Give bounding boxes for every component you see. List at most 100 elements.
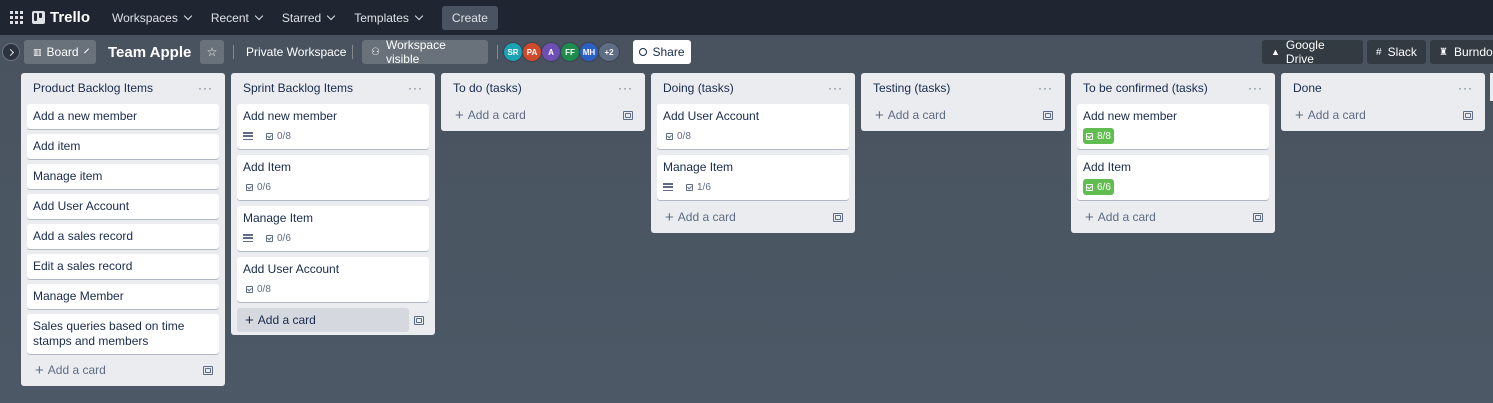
list-title[interactable]: To do (tasks): [453, 81, 522, 95]
card[interactable]: Edit a sales record: [27, 254, 219, 279]
card-title: Manage Member: [33, 289, 124, 303]
card[interactable]: Sales queries based on time stamps and m…: [27, 314, 219, 354]
chevron-down-icon: [254, 11, 264, 21]
card[interactable]: Add item: [27, 134, 219, 159]
google-drive-label: Google Drive: [1285, 38, 1325, 66]
add-card-label: Add a card: [677, 210, 736, 224]
google-drive-button[interactable]: ▲ Google Drive: [1262, 38, 1363, 66]
visibility-button[interactable]: ⚇ Workspace visible: [362, 38, 488, 66]
people-icon: ⚇: [371, 46, 380, 58]
card[interactable]: Add new member 8/8: [1077, 104, 1269, 149]
star-icon: ☆: [206, 45, 218, 59]
list-title[interactable]: Done: [1293, 81, 1322, 95]
plus-icon: +: [1295, 106, 1304, 124]
checklist-count: 8/8: [1097, 130, 1111, 142]
card-template-icon[interactable]: [203, 365, 213, 375]
starred-menu[interactable]: Starred: [274, 5, 342, 31]
avatar[interactable]: FF: [560, 42, 580, 62]
card[interactable]: Add Item 0/6: [237, 155, 429, 200]
card-title: Add a new member: [33, 109, 138, 123]
avatar[interactable]: PA: [522, 42, 542, 62]
description-icon: [243, 132, 253, 140]
list-menu-icon[interactable]: ···: [1038, 81, 1053, 95]
create-button[interactable]: Create: [441, 5, 498, 30]
list-menu-icon[interactable]: ···: [618, 81, 633, 95]
list-testing: Testing (tasks) ··· + Add a card: [861, 73, 1065, 131]
checklist-count: 1/6: [697, 181, 711, 193]
burndown-icon: ♜: [1439, 46, 1448, 58]
app-switcher-icon[interactable]: [10, 10, 24, 25]
board-title[interactable]: Team Apple: [108, 44, 191, 61]
share-icon: [639, 48, 648, 56]
workspace-button[interactable]: Private Workspace: [246, 40, 346, 64]
list-done: Done ··· + Add a card: [1281, 73, 1485, 131]
slack-button[interactable]: # Slack: [1367, 40, 1426, 64]
add-card-button[interactable]: + Add a card: [1287, 103, 1479, 127]
trello-logo[interactable]: Trello: [32, 9, 90, 26]
card[interactable]: Add User Account 0/8: [657, 104, 849, 149]
sidebar-toggle-button[interactable]: [2, 43, 20, 61]
recent-menu[interactable]: Recent: [203, 5, 270, 31]
list-header[interactable]: To be confirmed (tasks) ···: [1071, 73, 1275, 103]
list-title[interactable]: To be confirmed (tasks): [1083, 81, 1208, 95]
avatar[interactable]: SR: [503, 42, 523, 62]
card-template-icon[interactable]: [1043, 110, 1053, 120]
list-title[interactable]: Testing (tasks): [873, 81, 950, 95]
add-card-button[interactable]: + Add a card: [447, 103, 639, 127]
chevron-down-icon: [83, 47, 89, 54]
card-template-icon[interactable]: [1463, 110, 1473, 120]
plus-icon: +: [245, 311, 254, 329]
list-header[interactable]: Testing (tasks) ···: [861, 73, 1065, 103]
checklist-count: 0/6: [277, 232, 291, 244]
add-card-button[interactable]: + Add a card: [867, 103, 1059, 127]
star-board-button[interactable]: ☆: [200, 40, 224, 64]
templates-menu[interactable]: Templates: [346, 5, 430, 31]
list-title[interactable]: Doing (tasks): [663, 81, 734, 95]
card[interactable]: Add User Account: [27, 194, 219, 219]
card-title: Manage Item: [243, 211, 314, 225]
list-menu-icon[interactable]: ···: [1458, 81, 1473, 95]
burndown-button[interactable]: ♜ Burndo: [1430, 40, 1493, 64]
avatar[interactable]: MH: [579, 42, 599, 62]
list-header[interactable]: Product Backlog Items ···: [21, 73, 225, 103]
list-header[interactable]: Doing (tasks) ···: [651, 73, 855, 103]
avatar[interactable]: A: [541, 42, 561, 62]
list-menu-icon[interactable]: ···: [1248, 81, 1263, 95]
list-menu-icon[interactable]: ···: [828, 81, 843, 95]
card[interactable]: Add User Account 0/8: [237, 257, 429, 302]
card-template-icon[interactable]: [1253, 212, 1263, 222]
card-template-icon[interactable]: [414, 316, 424, 325]
card[interactable]: Manage Member: [27, 284, 219, 309]
list-header[interactable]: To do (tasks) ···: [441, 73, 645, 103]
add-card-button[interactable]: + Add a card: [237, 308, 409, 332]
list-title[interactable]: Sprint Backlog Items: [243, 81, 353, 95]
card-template-icon[interactable]: [623, 110, 633, 120]
board-view-button[interactable]: ▥ Board: [24, 40, 96, 64]
add-card-button[interactable]: + Add a card: [657, 205, 849, 229]
card[interactable]: Manage Item 0/6: [237, 206, 429, 251]
add-card-button[interactable]: + Add a card: [27, 358, 219, 382]
card-badges: 8/8: [1083, 128, 1263, 144]
list-menu-icon[interactable]: ···: [198, 81, 213, 95]
list-menu-icon[interactable]: ···: [408, 81, 423, 95]
card[interactable]: Add new member 0/8: [237, 104, 429, 149]
card[interactable]: Manage item: [27, 164, 219, 189]
workspaces-menu[interactable]: Workspaces: [104, 5, 199, 31]
add-card-button[interactable]: + Add a card: [1077, 205, 1269, 229]
more-members-button[interactable]: +2: [598, 42, 620, 62]
chevron-down-icon: [183, 11, 193, 21]
card[interactable]: Add Item 6/6: [1077, 155, 1269, 200]
plus-icon: +: [455, 106, 464, 124]
chevron-right-icon: [6, 48, 14, 56]
share-button[interactable]: Share: [633, 40, 691, 64]
card[interactable]: Add a new member: [27, 104, 219, 129]
list-header[interactable]: Sprint Backlog Items ···: [231, 73, 435, 103]
list-title[interactable]: Product Backlog Items: [33, 81, 153, 95]
card[interactable]: Manage Item 1/6: [657, 155, 849, 200]
card[interactable]: Add a sales record: [27, 224, 219, 249]
list-header[interactable]: Done ···: [1281, 73, 1485, 103]
card-template-icon[interactable]: [833, 212, 843, 222]
checklist-badge: 0/6: [263, 230, 294, 246]
checklist-icon: [266, 132, 273, 140]
card-title: Add new member: [243, 109, 338, 123]
